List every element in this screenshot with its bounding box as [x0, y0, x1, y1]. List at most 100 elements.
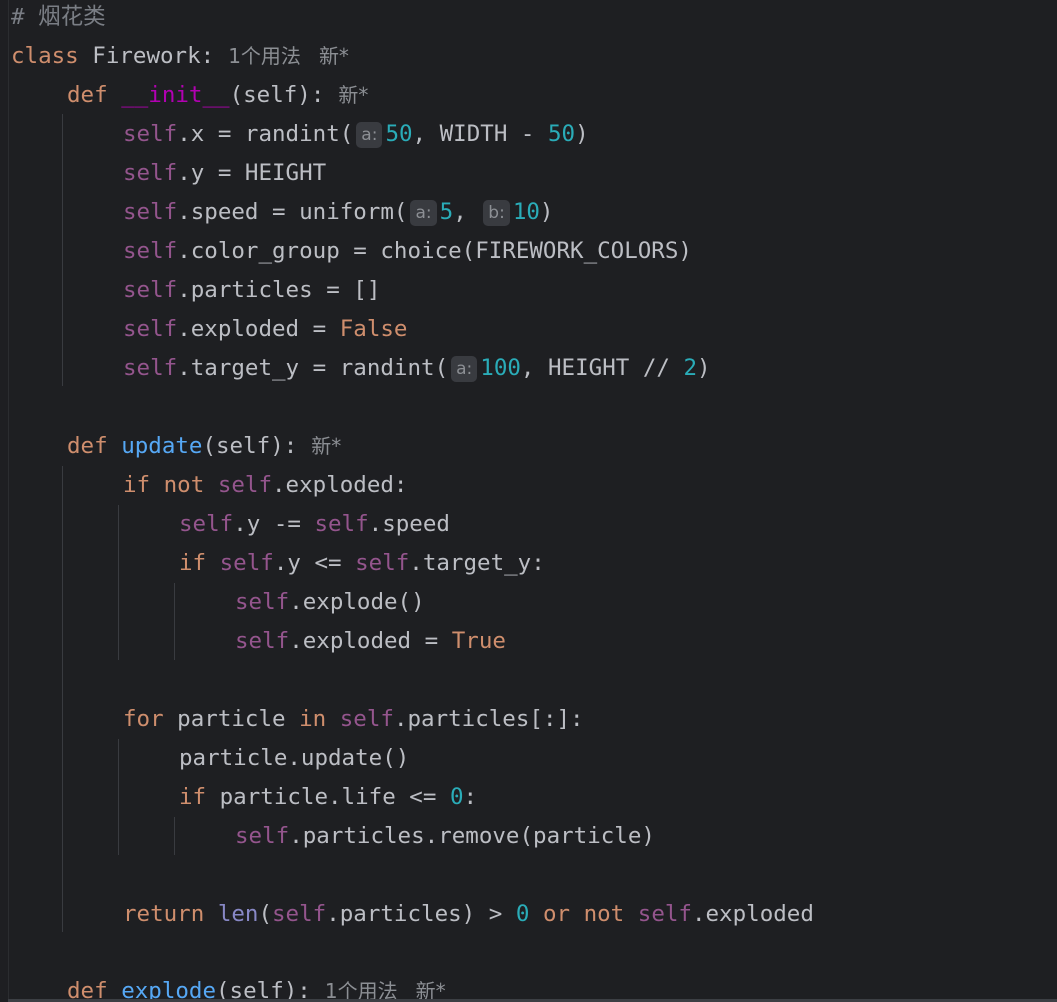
number: 5	[439, 199, 454, 225]
code-line: return len(self.particles) > 0 or not se…	[123, 895, 814, 934]
code-line: self.y -= self.speed	[179, 505, 450, 544]
code-line: self.target_y = randint(a: 100, HEIGHT //…	[123, 349, 711, 388]
number: 50	[548, 121, 576, 147]
code-text: , HEIGHT //	[520, 355, 684, 381]
class-declaration: class Firework: 1个用法 新*	[11, 37, 349, 76]
in-keyword: in	[299, 706, 327, 732]
number: 0	[515, 901, 530, 927]
code-line: for particle in self.particles[:]:	[123, 700, 584, 739]
if-keyword: if	[123, 472, 151, 498]
code-line: self.x = randint(a: 50, WIDTH - 50)	[123, 115, 589, 154]
code-text: :	[463, 784, 478, 810]
class-name: Firework:	[92, 43, 215, 69]
self-ref: self	[123, 277, 178, 303]
code-text: )	[697, 355, 711, 381]
self-ref: self	[179, 511, 234, 537]
comment-line: # 烟花类	[11, 4, 106, 30]
update-def: def update(self): 新*	[67, 427, 341, 466]
class-keyword: class	[11, 43, 79, 69]
not-keyword: not	[583, 901, 625, 927]
params: (self):	[229, 82, 325, 108]
builtin-len: len	[217, 901, 259, 927]
self-ref: self	[123, 316, 178, 342]
code-text: )	[539, 199, 554, 225]
if-keyword: if	[179, 550, 207, 576]
code-line: self.speed = uniform(a: 5, b: 10)	[123, 193, 553, 232]
code-text: ,	[453, 199, 467, 225]
param-hint: a:	[451, 356, 478, 382]
self-ref: self	[217, 472, 273, 498]
indent-guide	[174, 583, 175, 660]
self-ref: self	[235, 823, 290, 849]
code-text: particle.life <=	[206, 784, 450, 810]
code-line: self.explode()	[235, 583, 425, 622]
param-hint: a:	[356, 122, 383, 148]
self-ref: self	[123, 355, 178, 381]
code-text: .exploded =	[177, 316, 340, 342]
code-text: .particles[:]:	[393, 706, 584, 732]
if-keyword: if	[179, 784, 207, 810]
code-text: )	[575, 121, 589, 147]
return-keyword: return	[123, 901, 205, 927]
indent-guide	[62, 114, 63, 386]
self-ref: self	[123, 199, 178, 225]
code-line: self.particles = []	[123, 271, 380, 310]
code-text: .target_y = randint(	[177, 355, 449, 381]
self-ref: self	[355, 550, 410, 576]
number: 50	[385, 121, 413, 147]
code-line: self.exploded = False	[123, 310, 407, 349]
bool-literal: True	[451, 628, 506, 654]
self-ref: self	[314, 511, 369, 537]
explode-def: def explode(self): 1个用法 新*	[67, 972, 446, 1002]
init-def: def __init__(self): 新*	[67, 76, 368, 115]
param-hint: a:	[410, 200, 437, 226]
code-text: .exploded =	[289, 628, 452, 654]
self-ref: self	[339, 706, 394, 732]
code-text: .target_y:	[409, 550, 545, 576]
code-text: .y <=	[273, 550, 356, 576]
self-ref: self	[637, 901, 692, 927]
usage-count: 1个用法	[228, 44, 301, 68]
usage-hint[interactable]: 1个用法 新*	[228, 44, 349, 68]
code-line: self.particles.remove(particle)	[235, 817, 655, 856]
code-text: .x = randint(	[177, 121, 354, 147]
code-line: if particle.life <= 0:	[179, 778, 477, 817]
param-hint: b:	[483, 200, 510, 226]
code-text: .explode()	[289, 589, 425, 615]
update-name: update	[121, 433, 203, 459]
indent-guide	[174, 817, 175, 855]
self-ref: self	[235, 589, 290, 615]
code-text: .exploded	[691, 901, 814, 927]
indent-guide	[62, 466, 63, 932]
bool-literal: False	[339, 316, 408, 342]
number: 2	[683, 355, 698, 381]
code-text: , WIDTH -	[412, 121, 549, 147]
code-line: if self.y <= self.target_y:	[179, 544, 545, 583]
self-ref: self	[235, 628, 290, 654]
code-line: if not self.exploded:	[123, 466, 407, 505]
code-editor[interactable]: # 烟花类 class Firework: 1个用法 新* def __init__…	[0, 0, 1057, 1002]
code-line: self.color_group = choice(FIREWORK_COLOR…	[123, 232, 692, 271]
self-ref: self	[123, 121, 178, 147]
indent-guide	[118, 739, 119, 855]
or-keyword: or	[542, 901, 571, 927]
code-text: .y -=	[233, 511, 315, 537]
code-text: .particles.remove(particle)	[289, 823, 655, 849]
number: 10	[512, 199, 540, 225]
self-ref: self	[123, 160, 178, 186]
code-text: .particles = []	[177, 277, 381, 303]
self-ref: self	[219, 550, 274, 576]
self-ref: self	[272, 901, 327, 927]
code-text: .exploded:	[272, 472, 408, 498]
code-line: self.y = HEIGHT	[123, 154, 326, 193]
code-line: self.exploded = True	[235, 622, 506, 661]
code-text: .particles) >	[326, 901, 516, 927]
init-name: __init__	[121, 82, 230, 108]
indent-guide	[118, 505, 119, 660]
code-text: .color_group = choice(FIREWORK_COLORS)	[177, 238, 692, 264]
self-ref: self	[123, 238, 178, 264]
not-keyword: not	[163, 472, 205, 498]
new-status: 新*	[311, 434, 342, 458]
def-keyword: def	[67, 82, 108, 108]
for-keyword: for	[123, 706, 164, 732]
